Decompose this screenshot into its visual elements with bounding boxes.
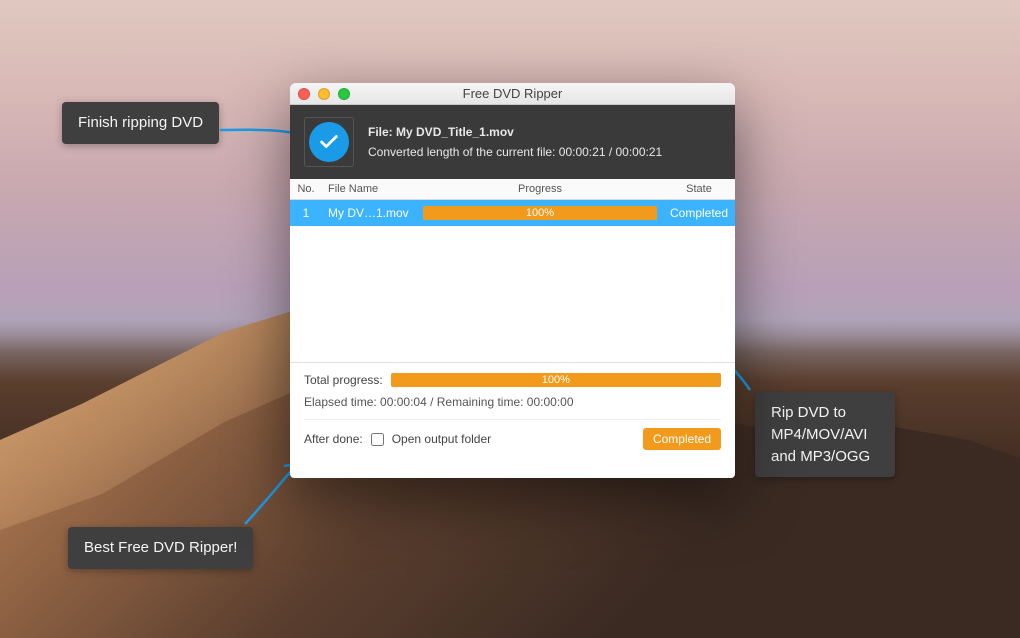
callout-text: Rip DVD to MP4/MOV/AVI and MP3/OGG xyxy=(771,404,870,465)
open-output-checkbox[interactable] xyxy=(371,433,384,446)
window-title: Free DVD Ripper xyxy=(290,86,735,101)
col-no[interactable]: No. xyxy=(290,183,322,195)
close-icon[interactable] xyxy=(298,88,310,100)
row-progress-cell: 100% xyxy=(417,206,663,220)
callout-text: Best Free DVD Ripper! xyxy=(84,539,237,556)
minimize-icon[interactable] xyxy=(318,88,330,100)
total-progress-line: Total progress: 100% xyxy=(304,373,721,387)
status-header: File: My DVD_Title_1.mov Converted lengt… xyxy=(290,105,735,179)
callout-finish-ripping: Finish ripping DVD xyxy=(62,102,219,144)
titlebar[interactable]: Free DVD Ripper xyxy=(290,83,735,105)
status-icon-box xyxy=(304,117,354,167)
traffic-lights xyxy=(298,88,350,100)
total-progress-label: Total progress: xyxy=(304,373,383,387)
file-name: My DVD_Title_1.mov xyxy=(396,125,514,139)
completed-button[interactable]: Completed xyxy=(643,428,721,450)
row-progress-bar: 100% xyxy=(423,206,657,220)
after-done-line: After done: Open output folder Completed xyxy=(304,419,721,450)
col-progress[interactable]: Progress xyxy=(417,183,663,195)
list-body: 1 My DV…1.mov 100% Completed xyxy=(290,200,735,362)
app-window: Free DVD Ripper File: My DVD_Title_1.mov… xyxy=(290,83,735,478)
after-done-label: After done: xyxy=(304,432,363,446)
maximize-icon[interactable] xyxy=(338,88,350,100)
total-progress-bar: 100% xyxy=(391,373,721,387)
col-filename[interactable]: File Name xyxy=(322,183,417,195)
table-row[interactable]: 1 My DV…1.mov 100% Completed xyxy=(290,200,735,226)
list-header: No. File Name Progress State xyxy=(290,179,735,200)
open-output-label: Open output folder xyxy=(392,432,491,446)
converted-line: Converted length of the current file: 00… xyxy=(368,142,662,162)
total-progress-percent: 100% xyxy=(391,373,721,387)
col-state[interactable]: State xyxy=(663,183,735,195)
row-filename: My DV…1.mov xyxy=(322,206,417,220)
time-line: Elapsed time: 00:00:04 / Remaining time:… xyxy=(304,395,721,409)
row-state: Completed xyxy=(663,206,735,220)
footer: Total progress: 100% Elapsed time: 00:00… xyxy=(290,362,735,462)
status-text: File: My DVD_Title_1.mov Converted lengt… xyxy=(368,122,662,163)
file-label: File: xyxy=(368,125,393,139)
row-progress-label: 100% xyxy=(423,206,657,220)
callout-rip-dvd: Rip DVD to MP4/MOV/AVI and MP3/OGG xyxy=(755,392,895,477)
check-icon xyxy=(309,122,349,162)
row-no: 1 xyxy=(290,206,322,220)
callout-best-free: Best Free DVD Ripper! xyxy=(68,527,253,569)
callout-text: Finish ripping DVD xyxy=(78,114,203,131)
